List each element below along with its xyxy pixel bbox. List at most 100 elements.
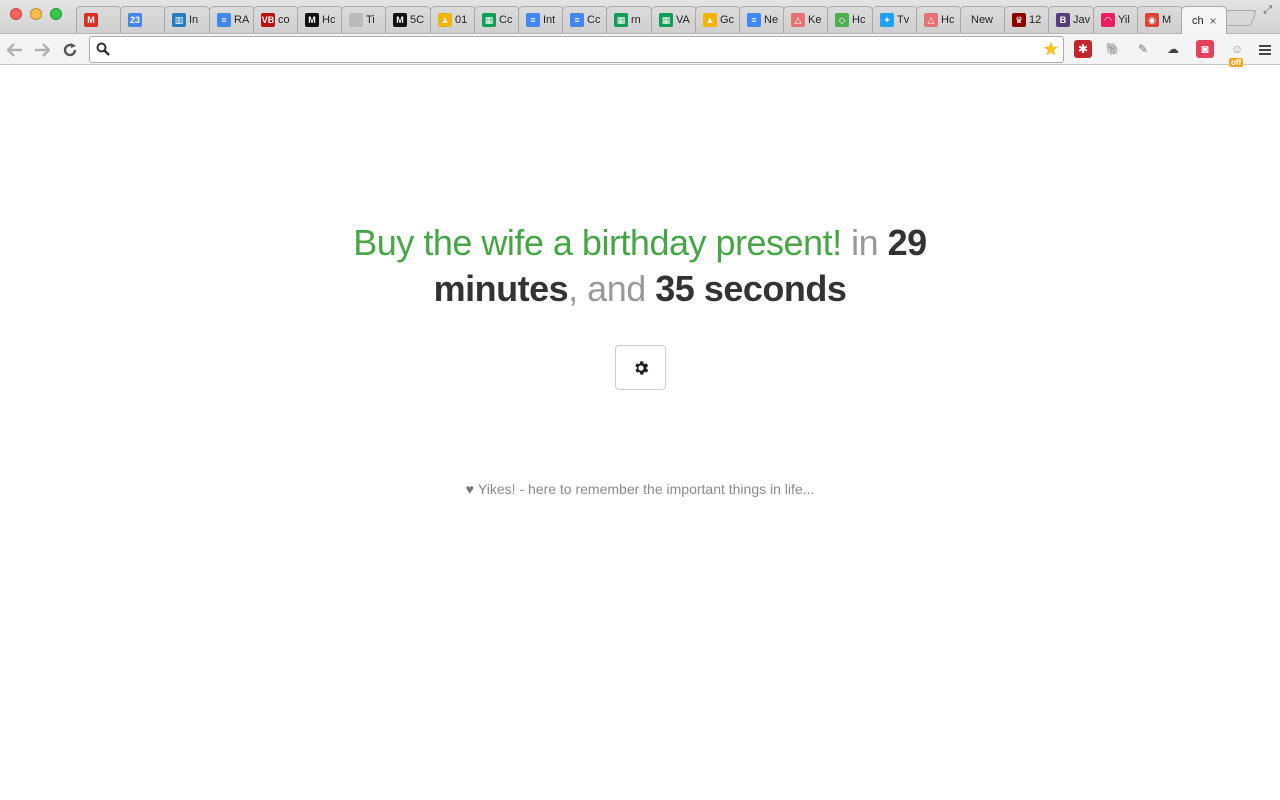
forward-arrow-icon xyxy=(35,43,50,57)
browser-tab[interactable]: ◠ Yil xyxy=(1092,6,1139,33)
footer-text: Yikes! - here to remember the important … xyxy=(477,481,815,497)
docs-icon: ≡ xyxy=(570,13,585,27)
tab-title: Hc xyxy=(940,14,955,26)
browser-tab[interactable]: Ti xyxy=(341,6,388,33)
browser-tab[interactable]: ≡ Ne xyxy=(739,6,785,33)
docs-icon: ≡ xyxy=(747,13,761,27)
settings-button[interactable] xyxy=(615,345,666,390)
reload-button[interactable] xyxy=(59,39,81,61)
back-arrow-icon xyxy=(7,43,22,57)
tab-title: Hc xyxy=(322,14,336,26)
extension-badge: off xyxy=(1229,58,1244,67)
tab-title: Int xyxy=(543,14,556,26)
tab-title: Ke xyxy=(808,14,822,26)
minutes-value: 29 xyxy=(887,222,928,263)
comma-separator: , xyxy=(568,268,578,309)
medium-icon: M xyxy=(393,13,408,27)
calendar-icon: 23 xyxy=(128,13,143,27)
docs-icon: ≡ xyxy=(216,13,231,27)
tab-title: Tv xyxy=(896,14,909,26)
tab-title: 01 xyxy=(454,14,467,26)
browser-tab[interactable]: ♛ 12 xyxy=(1004,6,1051,33)
tab-title: In xyxy=(189,14,199,26)
heart-icon: ♥ xyxy=(465,481,474,497)
tab-title: New xyxy=(971,14,994,26)
rainbow-icon: ◠ xyxy=(1100,13,1115,27)
page-icon xyxy=(349,13,364,27)
minimize-window-button[interactable] xyxy=(30,8,42,20)
browser-tab[interactable]: ▲ Gc xyxy=(694,6,741,33)
browser-tab[interactable]: ≡ RA xyxy=(208,6,255,33)
browser-tab[interactable]: M 5C xyxy=(385,6,432,33)
medium-icon: M xyxy=(305,13,319,27)
address-input[interactable] xyxy=(116,40,1016,59)
browser-tab[interactable]: ✦ Tv xyxy=(871,6,918,33)
vb-icon: VB xyxy=(260,13,275,27)
ghostery-icon[interactable]: ☺ xyxy=(1228,40,1246,58)
browser-tab[interactable]: ▦ VA xyxy=(650,6,697,33)
browser-tab[interactable]: ▦ rn xyxy=(606,6,653,33)
browser-titlebar: M 23 ▥ In ≡ RA VB co M Hc Ti M 5C ▲ 01 ▦ Cc ≡ Int ≡ Cc ▦ rn ▦ VA… xyxy=(0,0,1280,34)
browser-tab[interactable]: M xyxy=(76,6,122,33)
browser-tab[interactable]: M Hc xyxy=(297,6,343,33)
browser-tab[interactable]: VB co xyxy=(252,6,299,33)
browser-tab[interactable]: ▲ 01 xyxy=(429,6,476,33)
drive-icon: ▲ xyxy=(437,13,452,27)
sheets-icon: ▦ xyxy=(481,13,496,27)
minutes-unit: minutes xyxy=(433,268,569,309)
sheets-icon: ▦ xyxy=(614,13,629,27)
hat-icon: ♛ xyxy=(1012,13,1027,27)
lastpass-icon[interactable]: ✱ xyxy=(1074,40,1092,58)
address-bar[interactable]: ★ xyxy=(89,36,1064,63)
fullscreen-icon[interactable]: ⤢ xyxy=(1263,4,1272,17)
tab-title: rn xyxy=(631,14,642,26)
browser-tab[interactable]: ▦ Cc xyxy=(473,6,520,33)
gmail-icon: M xyxy=(84,13,98,27)
browser-tab[interactable]: ≡ Int xyxy=(518,6,564,33)
browser-tab[interactable]: ◉ M xyxy=(1136,6,1183,33)
close-window-button[interactable] xyxy=(10,8,22,20)
browser-tab[interactable]: △ Ke xyxy=(783,6,830,33)
evernote-icon[interactable]: 🐘 xyxy=(1104,40,1122,58)
diamond-icon: ◇ xyxy=(835,13,850,27)
tab-title: Cc xyxy=(587,14,601,26)
tab-title: 12 xyxy=(1029,14,1042,26)
twitter-icon: ✦ xyxy=(879,13,894,27)
hamburger-menu-icon xyxy=(1259,45,1271,55)
footer: ♥ Yikes! - here to remember the important… xyxy=(340,481,940,497)
tab-title: Ne xyxy=(764,14,779,26)
tab-title: Ti xyxy=(366,14,375,26)
tab-title: RA xyxy=(233,14,249,26)
browser-tab[interactable]: ▥ In xyxy=(164,6,211,33)
browser-tab[interactable]: B Jav xyxy=(1048,6,1095,33)
close-tab-icon[interactable]: × xyxy=(1210,14,1217,28)
task-text: Buy the wife a birthday present! xyxy=(353,222,842,263)
browser-tab[interactable]: △ Hc xyxy=(915,6,962,33)
browser-tab[interactable]: New xyxy=(960,6,1006,33)
search-icon xyxy=(96,42,110,56)
bootstrap-icon: B xyxy=(1056,13,1071,27)
menu-button[interactable] xyxy=(1254,39,1276,61)
tab-title: Jav xyxy=(1073,14,1091,26)
reload-icon xyxy=(63,43,77,57)
in-connector: in xyxy=(851,222,879,263)
bookmark-star-icon[interactable]: ★ xyxy=(1043,39,1059,60)
drive-icon: ▲ xyxy=(702,13,717,27)
tab-title: Gc xyxy=(719,14,734,26)
triangle-icon: △ xyxy=(791,13,806,27)
browser-tab[interactable]: 23 xyxy=(120,6,167,33)
browser-tab[interactable]: ch × xyxy=(1181,6,1227,34)
browser-tab[interactable]: ◇ Hc xyxy=(827,6,874,33)
browser-tab[interactable]: ≡ Cc xyxy=(562,6,609,33)
seconds-value: 35 xyxy=(655,268,695,309)
tab-title: Cc xyxy=(498,14,513,26)
cloud-icon[interactable]: ☁ xyxy=(1164,40,1182,58)
triangle-icon: △ xyxy=(923,13,938,27)
zoom-window-button[interactable] xyxy=(50,8,62,20)
and-connector: and xyxy=(587,268,646,309)
pocket-icon[interactable]: ◙ xyxy=(1196,40,1214,58)
pencil-icon[interactable]: ✎ xyxy=(1134,40,1152,58)
forward-button[interactable] xyxy=(31,39,53,61)
sheets-icon: ▦ xyxy=(658,13,673,27)
back-button[interactable] xyxy=(4,39,26,61)
